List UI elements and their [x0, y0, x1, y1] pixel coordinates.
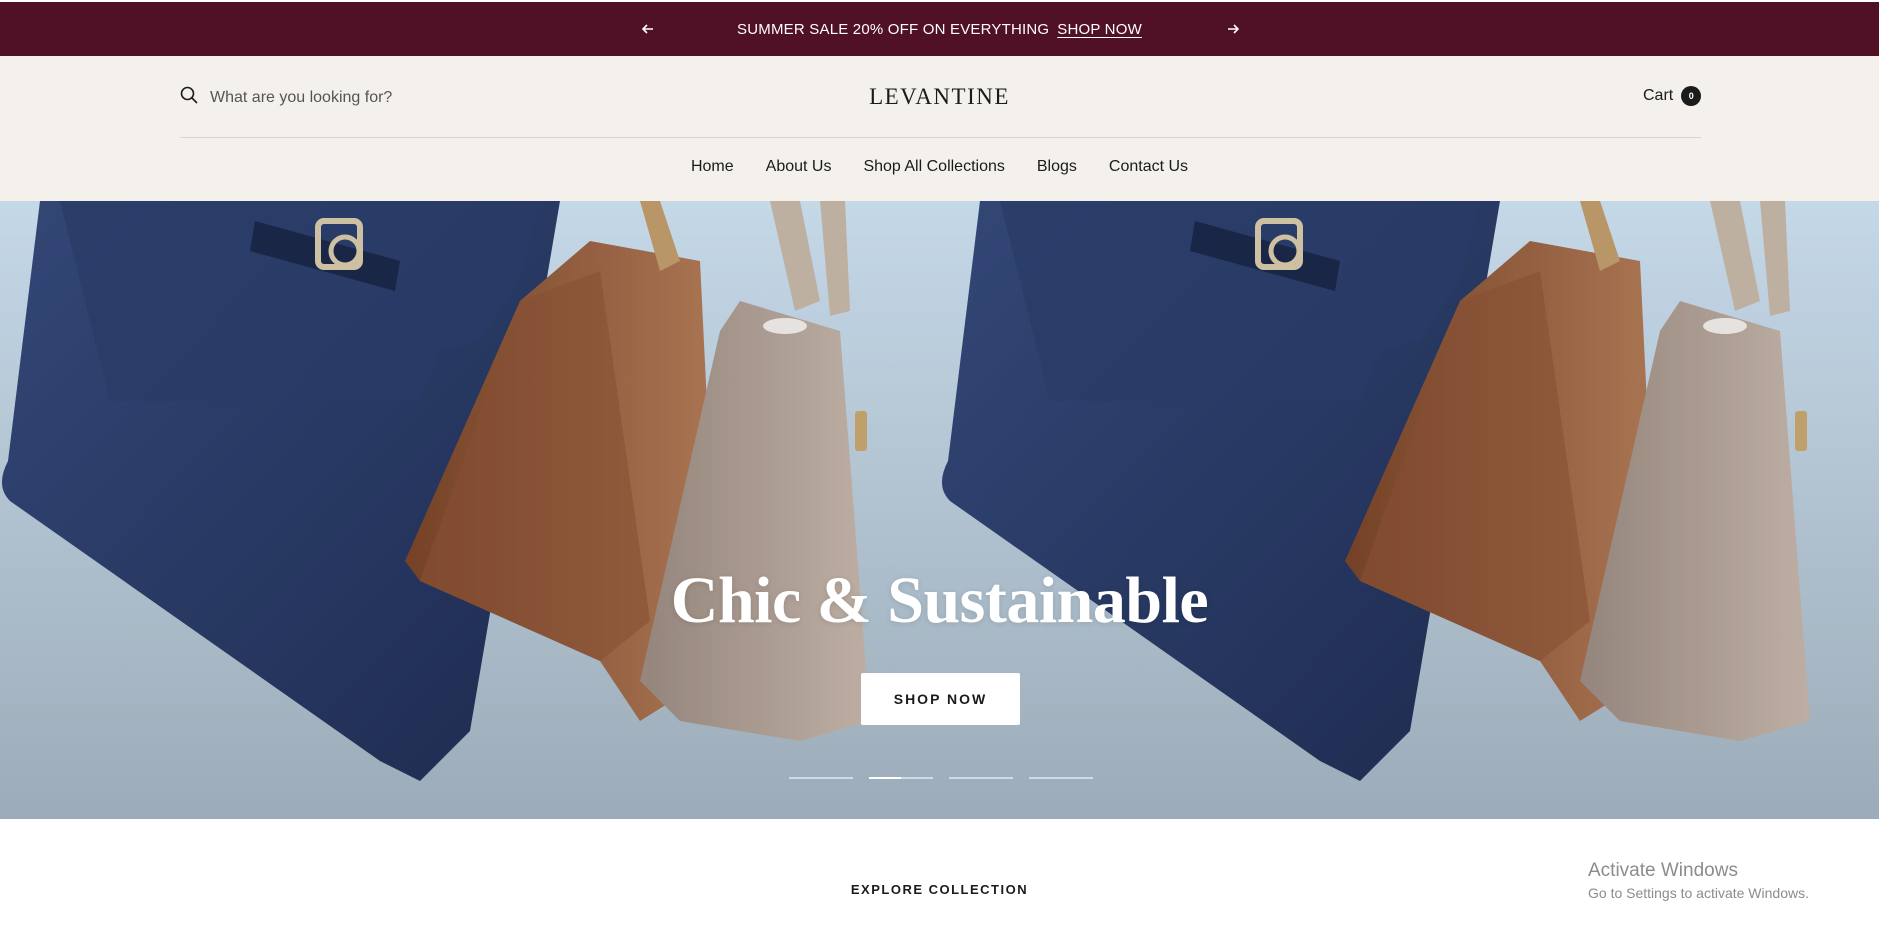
- header-divider: [180, 137, 1701, 138]
- search-icon[interactable]: [180, 86, 198, 109]
- site-logo[interactable]: LEVANTINE: [869, 84, 1010, 109]
- arrow-right-icon[interactable]: [1221, 17, 1245, 41]
- announcement-message: SUMMER SALE 20% OFF ON EVERYTHING SHOP N…: [737, 21, 1142, 38]
- nav-item-about-us[interactable]: About Us: [766, 158, 832, 176]
- slide-indicator-2[interactable]: [869, 777, 933, 779]
- nav-item-contact-us[interactable]: Contact Us: [1109, 158, 1188, 176]
- main-nav: Home About Us Shop All Collections Blogs…: [0, 158, 1879, 176]
- hero-shop-now-button[interactable]: SHOP NOW: [861, 673, 1020, 725]
- cart-label: Cart: [1643, 87, 1674, 104]
- slide-indicator-3[interactable]: [949, 777, 1013, 779]
- announcement-text: SUMMER SALE 20% OFF ON EVERYTHING: [737, 20, 1050, 38]
- slide-indicator-4[interactable]: [1029, 777, 1093, 779]
- search-bar[interactable]: [180, 86, 470, 109]
- nav-item-shop-all-collections[interactable]: Shop All Collections: [863, 158, 1004, 176]
- watermark-line-1: Activate Windows: [1588, 860, 1738, 881]
- announcement-bar: SUMMER SALE 20% OFF ON EVERYTHING SHOP N…: [0, 2, 1879, 56]
- explore-collection-heading: EXPLORE COLLECTION: [850, 882, 1029, 897]
- hero-title: Chic & Sustainable: [670, 564, 1209, 637]
- site-header: LEVANTINE Cart 0 Home About Us Shop All …: [0, 56, 1879, 201]
- arrow-left-icon[interactable]: [636, 17, 660, 41]
- search-input[interactable]: [210, 88, 470, 107]
- cart-button[interactable]: Cart 0: [1643, 86, 1702, 106]
- slideshow-pagination: [789, 777, 1093, 779]
- hero-image: [0, 201, 1879, 819]
- slide-indicator-1[interactable]: [789, 777, 853, 779]
- cart-count-badge: 0: [1681, 86, 1702, 106]
- nav-item-blogs[interactable]: Blogs: [1037, 158, 1077, 176]
- announcement-shop-now-link[interactable]: SHOP NOW: [1057, 21, 1142, 38]
- nav-item-home[interactable]: Home: [691, 158, 734, 176]
- hero-slideshow: Chic & Sustainable SHOP NOW: [0, 201, 1879, 819]
